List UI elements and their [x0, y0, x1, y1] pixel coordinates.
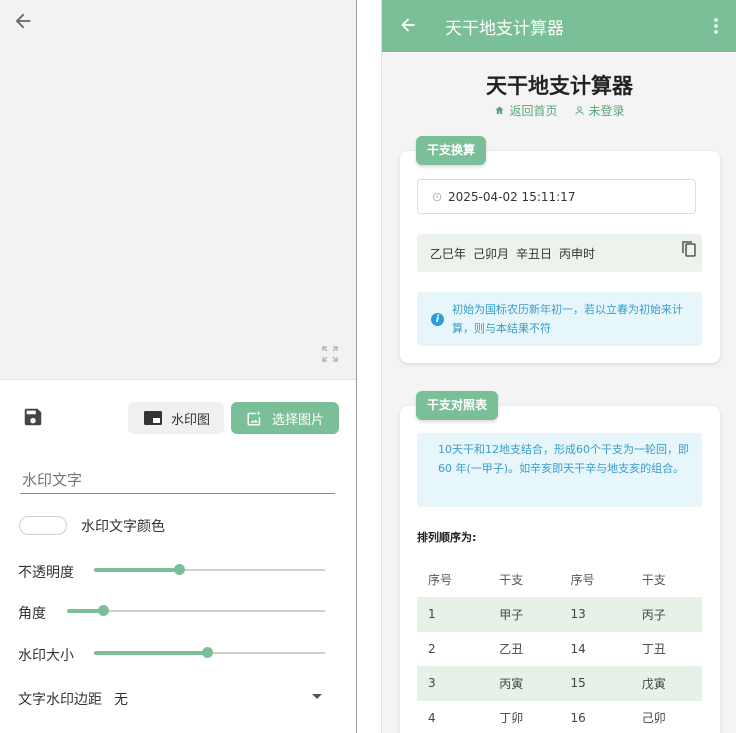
more-vert-icon[interactable] [712, 16, 720, 36]
app-bar: 天干地支计算器 [382, 0, 736, 52]
ganzhi-result: 乙巳年 己卯月 辛丑日 丙申时 [417, 234, 702, 272]
table-cell: 甲子 [488, 597, 560, 632]
page-title: 天干地支计算器 [486, 74, 633, 98]
angle-slider[interactable] [67, 604, 325, 618]
back-arrow-icon[interactable] [398, 15, 418, 35]
table-cell: 2 [428, 641, 436, 656]
home-link-label: 返回首页 [509, 104, 558, 118]
angle-slider-thumb[interactable] [98, 605, 110, 616]
info-text: 初始为国标农历新年初一，若以立春为初始来计算，则与本结果不符 [452, 303, 683, 335]
add-photo-icon [247, 411, 261, 426]
table-card-tag: 干支对照表 [416, 391, 499, 420]
margin-select[interactable]: 无 [114, 689, 128, 709]
hour-ganzhi: 丙申时 [559, 246, 596, 261]
column-header: 干支 [641, 573, 666, 587]
opacity-slider-thumb[interactable] [174, 564, 186, 575]
text-color-label: 水印文字颜色 [81, 519, 165, 535]
info-alert: i 初始为国标农历新年初一，若以立春为初始来计算，则与本结果不符 [417, 292, 702, 346]
user-link-label: 未登录 [588, 104, 625, 118]
table-cell: 乙丑 [499, 642, 524, 657]
text-color-switch[interactable] [19, 516, 67, 535]
back-arrow-icon[interactable] [12, 10, 34, 32]
ganzhi-calculator-panel: 天干地支计算器 天干地支计算器 返回首页 未登录 2025-04-02 15:1… [381, 0, 736, 733]
choose-image-button[interactable]: 选择图片 [231, 402, 339, 434]
size-slider-thumb[interactable] [202, 647, 214, 658]
watermark-image-icon [144, 411, 162, 425]
watermark-text-input[interactable] [20, 466, 335, 494]
table-cell: 丁卯 [499, 711, 524, 726]
column-header: 干支 [499, 573, 524, 587]
image-preview [0, 0, 356, 380]
table-row: 3 丙寅 15 戊寅 [417, 666, 702, 701]
table-cell: 15 [559, 666, 631, 701]
nav-links: 返回首页 未登录 [382, 102, 736, 119]
info-icon: i [431, 313, 444, 326]
size-label: 水印大小 [18, 648, 74, 664]
day-ganzhi: 辛丑日 [516, 246, 553, 261]
home-icon [495, 106, 505, 115]
table-row: 1 甲子 13 丙子 [417, 597, 702, 632]
column-header: 序号 [570, 573, 595, 587]
convert-card: 2025-04-02 15:11:17 乙巳年 己卯月 辛丑日 丙申时 i 初始… [400, 151, 720, 363]
home-link[interactable]: 返回首页 [494, 102, 558, 119]
table-row: 2 乙丑 14 丁丑 [417, 632, 702, 667]
fullscreen-icon[interactable] [321, 345, 339, 363]
table-description: 10天干和12地支结合，形成60个干支为一轮回，即 60 年(一甲子)。如辛亥即… [417, 433, 702, 507]
user-icon [574, 106, 584, 115]
month-ganzhi: 己卯月 [473, 246, 510, 261]
table-row: 4 丁卯 16 己卯 [417, 701, 702, 733]
table-cell: 14 [570, 641, 586, 656]
table-cell: 丙寅 [488, 666, 560, 701]
order-label: 排列顺序为: [417, 531, 477, 544]
table-cell: 1 [417, 597, 489, 632]
opacity-slider[interactable] [94, 563, 325, 577]
user-link[interactable]: 未登录 [574, 102, 625, 119]
datetime-value: 2025-04-02 15:11:17 [448, 189, 576, 204]
watermark-image-label: 水印图 [171, 412, 211, 428]
table-cell: 戊寅 [630, 666, 702, 701]
ganzhi-table-card: 10天干和12地支结合，形成60个干支为一轮回，即 60 年(一甲子)。如辛亥即… [400, 406, 720, 733]
table-cell: 3 [417, 666, 489, 701]
watermark-image-button[interactable]: 水印图 [128, 402, 224, 434]
convert-card-tag: 干支换算 [416, 136, 487, 165]
opacity-label: 不透明度 [18, 565, 74, 581]
datetime-picker[interactable]: 2025-04-02 15:11:17 [417, 179, 696, 214]
year-ganzhi: 乙巳年 [430, 246, 467, 261]
angle-label: 角度 [18, 606, 46, 622]
save-icon[interactable] [22, 406, 44, 428]
table-cell: 己卯 [641, 711, 666, 726]
app-bar-title: 天干地支计算器 [445, 19, 564, 39]
column-header: 序号 [428, 573, 453, 587]
copy-icon[interactable] [681, 240, 697, 258]
margin-label: 文字水印边距 [18, 692, 102, 708]
clock-icon [432, 192, 442, 201]
table-cell: 丁丑 [641, 642, 666, 657]
size-slider[interactable] [94, 646, 325, 660]
table-cell: 13 [559, 597, 631, 632]
ganzhi-table: 序号 干支 序号 干支 1 甲子 13 丙子 2 乙丑 14 丁丑 3 丙寅 1… [417, 562, 702, 733]
choose-image-label: 选择图片 [272, 412, 325, 428]
table-cell: 16 [570, 710, 586, 725]
watermark-panel: 水印图 选择图片 水印文字颜色 不透明度 角度 水印大小 文字水印边距 无 [0, 0, 357, 733]
table-cell: 丙子 [630, 597, 702, 632]
dropdown-arrow-icon[interactable] [312, 694, 322, 699]
table-cell: 4 [428, 710, 436, 725]
